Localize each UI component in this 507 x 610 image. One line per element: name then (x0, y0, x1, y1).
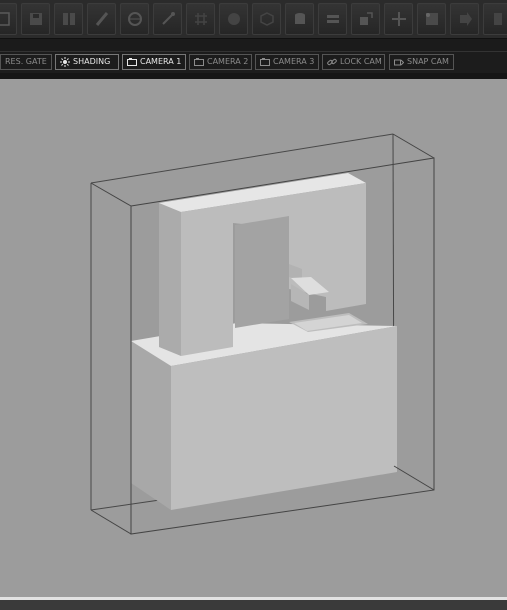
scene-canvas[interactable] (0, 79, 507, 597)
save-button[interactable] (21, 3, 50, 35)
camera-2-tab[interactable]: CAMERA 2 (189, 54, 252, 70)
snap-cam-label: SNAP CAM (407, 57, 449, 66)
sphere-button[interactable] (219, 3, 248, 35)
brush-icon (95, 12, 108, 26)
render-globe-button[interactable] (120, 3, 149, 35)
status-bar (0, 600, 507, 610)
sun-icon (60, 57, 70, 67)
stack-button[interactable] (483, 3, 507, 35)
camera-2-label: CAMERA 2 (207, 57, 249, 66)
main-toolbar (0, 0, 507, 39)
split-view-button[interactable] (54, 3, 83, 35)
cube-button[interactable] (252, 3, 281, 35)
lock-cam-label: LOCK CAM (340, 57, 382, 66)
snap-cam-toggle[interactable]: SNAP CAM (389, 54, 454, 70)
move-icon (391, 12, 406, 26)
scale-icon (359, 12, 373, 25)
camera-icon (194, 58, 204, 66)
lock-cam-toggle[interactable]: LOCK CAM (322, 54, 385, 70)
save-icon (29, 13, 42, 25)
camera-3-tab[interactable]: CAMERA 3 (255, 54, 319, 70)
grid-icon (194, 13, 207, 25)
wand-icon (161, 12, 175, 25)
move-button[interactable] (384, 3, 413, 35)
layers-button[interactable] (318, 3, 347, 35)
split-view-icon (62, 13, 75, 25)
grid-button[interactable] (186, 3, 215, 35)
snap-camera-icon (394, 59, 404, 66)
chain-link-icon (327, 58, 337, 66)
arrow-right-button[interactable] (450, 3, 479, 35)
camera-icon (127, 58, 137, 66)
3d-viewport[interactable] (0, 79, 507, 597)
scale-button[interactable] (351, 3, 380, 35)
edit-points-icon (425, 13, 438, 25)
cylinder-button[interactable] (285, 3, 314, 35)
stack-icon (493, 13, 502, 25)
base-left-face (131, 341, 171, 510)
res-gate-label: RES. GATE (5, 57, 47, 66)
shading-label: SHADING (73, 57, 111, 66)
cylinder-icon (294, 13, 305, 24)
sphere-icon (227, 13, 240, 25)
opening-back-wall (235, 216, 289, 328)
layers-icon (326, 15, 339, 23)
res-gate-toggle[interactable]: RES. GATE (0, 54, 52, 70)
camera-3-label: CAMERA 3 (273, 57, 315, 66)
upper-left-face (159, 203, 181, 356)
camera-1-label: CAMERA 1 (140, 57, 182, 66)
brush-button[interactable] (87, 3, 116, 35)
shading-toggle[interactable]: SHADING (55, 54, 119, 70)
new-scene-button[interactable] (0, 3, 17, 35)
arrow-right-icon (459, 12, 472, 26)
edit-points-button[interactable] (417, 3, 446, 35)
camera-1-tab[interactable]: CAMERA 1 (122, 54, 186, 70)
new-scene-icon (0, 12, 10, 26)
scene-model[interactable] (131, 173, 397, 510)
camera-icon (260, 58, 270, 66)
cube-icon (259, 12, 274, 26)
wand-button[interactable] (153, 3, 182, 35)
viewport-tab-bar: RES. GATE SHADING CAMERA 1 CAMERA 2 CAME… (0, 51, 507, 75)
render-globe-icon (127, 12, 142, 26)
